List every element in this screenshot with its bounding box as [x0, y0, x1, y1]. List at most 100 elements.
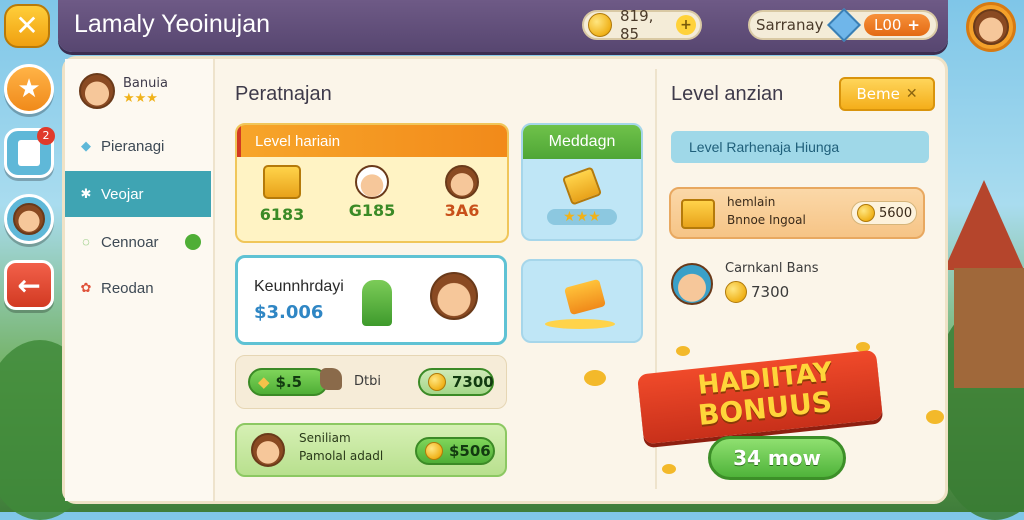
- offer-card[interactable]: Keunnhrdayi $3.006: [235, 255, 507, 345]
- side-card-stars: ★★★: [547, 209, 617, 225]
- close-icon: ✕: [905, 86, 918, 102]
- item-value-pill[interactable]: ◆ $.5: [248, 368, 328, 396]
- price-pill[interactable]: $506: [415, 437, 495, 465]
- profile-stars: ★★★: [123, 91, 158, 106]
- featured-item[interactable]: G185: [332, 165, 412, 224]
- app-title: Lamaly Yeoinujan: [74, 10, 270, 38]
- featured-header-label: Level hariain: [255, 132, 341, 150]
- friends-button[interactable]: [4, 194, 54, 244]
- flower-icon: ✿: [80, 280, 92, 295]
- item-label: Dtbi: [354, 374, 381, 389]
- back-button[interactable]: ←: [4, 260, 54, 310]
- profile-name: Banuia: [123, 76, 168, 91]
- coin-icon: [428, 373, 446, 391]
- sidebar-item-1[interactable]: ✱ Veojar: [65, 171, 211, 217]
- tasks-button[interactable]: 2: [4, 127, 55, 178]
- boy-avatar-icon: [430, 272, 478, 320]
- offer-price: $3.006: [254, 302, 324, 323]
- close-icon: ✕: [15, 9, 39, 42]
- right-action-button[interactable]: Beme ✕: [839, 77, 935, 111]
- item-title: Seniliam: [299, 431, 351, 445]
- sidebar-item-2[interactable]: ◌ Cennoar: [65, 219, 211, 265]
- header-bar: Lamaly Yeoinujan 819, 85 + ♥ Sarranay L0…: [58, 0, 948, 52]
- side-card[interactable]: Meddagn ★★★: [521, 123, 643, 241]
- star-icon: ★: [17, 74, 41, 104]
- girl-avatar-icon: [445, 165, 479, 199]
- notification-badge: 2: [37, 127, 55, 145]
- right-tab-label: Level Rarhenaja Hiunga: [689, 139, 840, 155]
- coin-icon: [425, 442, 443, 460]
- list-item[interactable]: Seniliam Pamolal adadl $506: [235, 423, 507, 477]
- close-button[interactable]: ✕: [4, 4, 50, 48]
- price-value: $506: [449, 442, 491, 460]
- add-gem-icon[interactable]: +: [907, 16, 920, 34]
- featured-item[interactable]: 6183: [242, 165, 322, 224]
- tag-icon: ◆: [81, 138, 91, 153]
- coin-sparkle: [662, 464, 676, 474]
- price-pill[interactable]: 5600: [851, 201, 917, 225]
- coin-value: 819, 85: [620, 7, 654, 43]
- section-title: Peratnajan: [235, 83, 332, 105]
- avatar: [251, 433, 285, 467]
- coin-sparkle: [926, 410, 944, 424]
- profile-avatar-button[interactable]: [966, 2, 1016, 52]
- butter-icon: [563, 278, 607, 316]
- sidebar-item-label: Cennoar: [101, 233, 159, 251]
- gold-bar-icon: [681, 199, 715, 229]
- circle-icon: ◌: [82, 234, 90, 249]
- gold-bar-icon: [561, 166, 603, 206]
- friend-avatar-icon: [13, 203, 45, 235]
- avatar: [973, 9, 1009, 45]
- offer-name: Keunnhrdayi: [254, 278, 344, 295]
- player-name: Sarranay: [756, 16, 824, 34]
- list-item[interactable]: ◆ $.5 Dtbi 7300: [235, 355, 507, 409]
- featured-card[interactable]: Level hariain 6183 G185 3A6: [235, 123, 509, 243]
- featured-header: Level hariain: [237, 125, 507, 157]
- sidebar-item-label: Reodan: [101, 279, 154, 297]
- price-value: 5600: [879, 205, 913, 221]
- coin-icon: [725, 281, 747, 303]
- sidebar-item-0[interactable]: ◆ Pieranagi: [65, 123, 211, 169]
- sidebar-item-label: Pieranagi: [101, 137, 165, 155]
- side-card-header: Meddagn: [523, 125, 641, 159]
- featured-item-value: 3A6: [444, 201, 480, 220]
- price-pill[interactable]: 7300: [418, 368, 494, 396]
- sidebar-item-3[interactable]: ✿ Reodan: [65, 265, 211, 311]
- right-action-label: Beme: [856, 85, 900, 103]
- arrow-left-icon: ←: [17, 268, 41, 302]
- featured-item-value: 6183: [259, 205, 305, 224]
- sidebar-item-label: Veojar: [101, 185, 144, 203]
- star-icon: ✱: [80, 186, 92, 201]
- rock-icon: [320, 368, 342, 390]
- coin-icon: [588, 13, 612, 37]
- right-title: Level anzian: [671, 83, 784, 105]
- coin-sparkle: [584, 370, 606, 386]
- claim-bonus-button[interactable]: 34 mow: [708, 436, 846, 480]
- right-tab[interactable]: Level Rarhenaja Hiunga: [671, 131, 929, 163]
- reward-title: Carnkanl Bans: [725, 261, 819, 276]
- add-coin-icon[interactable]: +: [676, 15, 696, 35]
- price-value: 7300: [452, 373, 494, 391]
- side-card-title: Meddagn: [548, 133, 616, 150]
- avatar: [671, 263, 713, 305]
- player-name-pill[interactable]: Sarranay L00 +: [748, 8, 938, 42]
- food-icon: ◆: [258, 373, 270, 391]
- profile-card[interactable]: Banuia ★★★: [79, 73, 168, 109]
- chef-avatar-icon: [355, 165, 389, 199]
- gem-counter[interactable]: L00 +: [863, 14, 930, 36]
- avatar: [79, 73, 115, 109]
- featured-item[interactable]: 3A6: [422, 165, 502, 224]
- favorites-button[interactable]: ★: [4, 64, 54, 114]
- item-subtitle: Pamolal adadl: [299, 449, 384, 463]
- reward-title: hemlain: [727, 195, 776, 209]
- plate-icon: [545, 319, 615, 329]
- item-card[interactable]: [521, 259, 643, 343]
- bag-icon: [362, 280, 392, 326]
- status-dot: [185, 234, 201, 250]
- side-menu: Banuia ★★★ ◆ Pieranagi ✱ Veojar ◌ Cennoa…: [65, 59, 215, 501]
- gold-bar-icon: [263, 165, 301, 199]
- background-hut: [944, 180, 1024, 390]
- reward-card[interactable]: hemlain Bnnoe Ingoal 5600: [669, 187, 925, 239]
- reward-item[interactable]: Carnkanl Bans 7300: [669, 257, 925, 309]
- coin-counter[interactable]: 819, 85 +: [582, 7, 702, 43]
